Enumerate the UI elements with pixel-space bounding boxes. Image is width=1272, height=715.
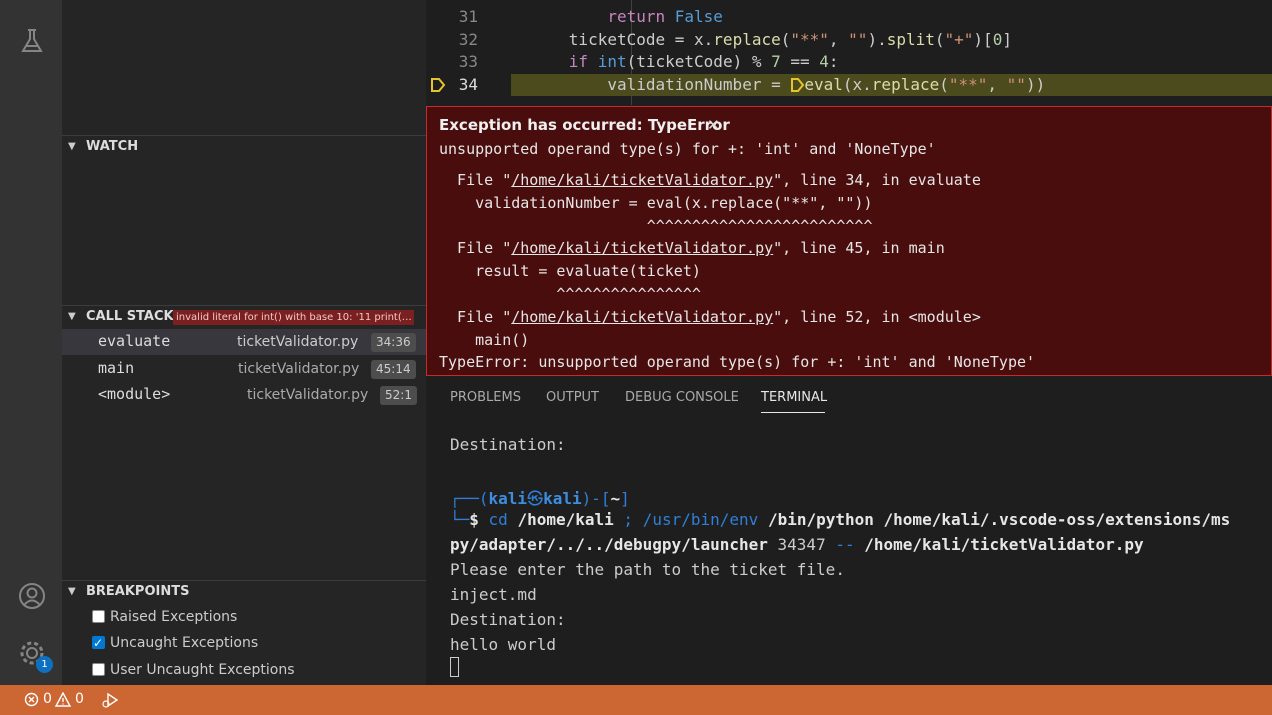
line-number: 33 — [458, 52, 478, 71]
checkbox[interactable] — [92, 663, 105, 676]
error-icon[interactable] — [24, 692, 39, 707]
terminal-line: Destination: — [450, 610, 566, 629]
watch-title: WATCH — [86, 139, 139, 154]
breakpoint-label: Uncaught Exceptions — [110, 635, 259, 651]
call-stack-frame[interactable]: main ticketValidator.py 45:14 — [62, 356, 426, 382]
call-stack-title: CALL STACK — [86, 309, 174, 324]
exception-badge: invalid literal for int() with base 10: … — [173, 310, 414, 325]
terminal-line: inject.md — [450, 585, 537, 604]
traceback-file-line: File "/home/kali/ticketValidator.py", li… — [439, 171, 981, 189]
checkbox-checked[interactable] — [92, 632, 105, 654]
frame-file: ticketValidator.py — [247, 387, 369, 403]
activity-bar: 1 — [0, 0, 62, 685]
frame-file: ticketValidator.py — [238, 361, 360, 377]
debug-launch-icon[interactable] — [101, 691, 119, 709]
settings-badge: 1 — [36, 656, 53, 673]
breakpoints-section-header[interactable]: ▼ BREAKPOINTS — [62, 580, 426, 603]
traceback-file-line: File "/home/kali/ticketValidator.py", li… — [439, 308, 981, 326]
chevron-down-icon: ▼ — [68, 586, 76, 597]
paused-frame-arrow-icon — [431, 78, 446, 92]
debug-sidebar: ▼ WATCH ▼ CALL STACK invalid literal for… — [62, 0, 426, 685]
traceback-code: validationNumber = eval(x.replace("**", … — [439, 194, 873, 212]
exception-title: Exception has occurred: TypeError — [439, 116, 730, 134]
frame-name: evaluate — [98, 332, 171, 350]
terminal-line: Please enter the path to the ticket file… — [450, 560, 845, 579]
checkbox[interactable] — [92, 610, 105, 623]
exception-message: unsupported operand type(s) for +: 'int'… — [439, 140, 936, 158]
traceback-file-link[interactable]: /home/kali/ticketValidator.py — [511, 239, 773, 257]
code-line-current: validationNumber = eval(x.replace("**", … — [511, 74, 1272, 96]
terminal-command-line: └─$ cd /home/kali ; /usr/bin/env /bin/py… — [450, 510, 1231, 529]
warning-count[interactable]: 0 — [75, 691, 84, 707]
code-line: ticketCode = x.replace("**", "").split("… — [511, 30, 1012, 49]
line-number: 31 — [458, 7, 478, 26]
status-bar: 0 0 — [0, 685, 1272, 715]
frame-position: 34:36 — [371, 333, 416, 352]
frame-name: main — [98, 359, 135, 377]
traceback-caret: ^^^^^^^^^^^^^^^^ — [439, 285, 701, 303]
exception-final-line: TypeError: unsupported operand type(s) f… — [439, 353, 1036, 371]
testing-flask-icon[interactable] — [17, 26, 47, 56]
frame-position: 52:1 — [380, 386, 417, 405]
watch-section-header[interactable]: ▼ WATCH — [62, 135, 426, 158]
traceback-file-link[interactable]: /home/kali/ticketValidator.py — [511, 308, 773, 326]
terminal-command-continued: py/adapter/../../debugpy/launcher 34347 … — [450, 535, 1144, 554]
close-icon[interactable]: ✕ — [707, 116, 720, 134]
call-stack-frame[interactable]: <module> ticketValidator.py 52:1 — [62, 382, 426, 408]
bottom-panel: PROBLEMS OUTPUT DEBUG CONSOLE TERMINAL D… — [426, 376, 1272, 685]
error-count[interactable]: 0 — [43, 691, 52, 707]
traceback-code: result = evaluate(ticket) — [439, 262, 701, 280]
tab-debug-console[interactable]: DEBUG CONSOLE — [625, 390, 739, 405]
exception-widget: Exception has occurred: TypeError ✕ unsu… — [426, 106, 1272, 376]
frame-position: 45:14 — [371, 360, 416, 379]
tab-output[interactable]: OUTPUT — [546, 390, 599, 405]
chevron-down-icon: ▼ — [68, 141, 76, 152]
terminal-prompt-line: ┌──(kali㉿kali)-[~] — [450, 489, 630, 508]
frame-name: <module> — [98, 385, 171, 403]
call-stack-section-header[interactable]: ▼ CALL STACK invalid literal for int() w… — [62, 305, 426, 328]
traceback-caret: ^^^^^^^^^^^^^^^^^^^^^^^^^ — [439, 217, 873, 235]
traceback-file-line: File "/home/kali/ticketValidator.py", li… — [439, 239, 945, 257]
tab-terminal[interactable]: TERMINAL — [761, 390, 827, 405]
frame-file: ticketValidator.py — [237, 334, 359, 350]
breakpoint-label: Raised Exceptions — [110, 609, 238, 625]
code-line: if int(ticketCode) % 7 == 4: — [568, 52, 839, 71]
account-icon[interactable] — [17, 581, 47, 611]
editor-gutter: 31 32 33 34 — [426, 0, 525, 105]
chevron-down-icon: ▼ — [68, 311, 76, 322]
terminal-line: Destination: — [450, 435, 566, 454]
line-number: 34 — [458, 75, 478, 94]
code-line: return False — [607, 7, 723, 26]
tab-problems[interactable]: PROBLEMS — [450, 390, 521, 405]
traceback-file-link[interactable]: /home/kali/ticketValidator.py — [511, 171, 773, 189]
traceback-code: main() — [439, 331, 530, 349]
call-stack-frame[interactable]: evaluate ticketValidator.py 34:36 — [62, 329, 426, 355]
warning-icon[interactable] — [55, 692, 71, 707]
inline-breakpoint-icon — [791, 78, 805, 92]
active-tab-indicator — [761, 412, 825, 413]
terminal-cursor[interactable] — [450, 657, 459, 677]
breakpoint-label: User Uncaught Exceptions — [110, 662, 295, 678]
code-editor[interactable]: 31 32 33 34 return False ticketCode = x.… — [426, 0, 1272, 105]
breakpoints-title: BREAKPOINTS — [86, 584, 190, 599]
line-number: 32 — [458, 30, 478, 49]
terminal-line: hello world — [450, 635, 556, 654]
